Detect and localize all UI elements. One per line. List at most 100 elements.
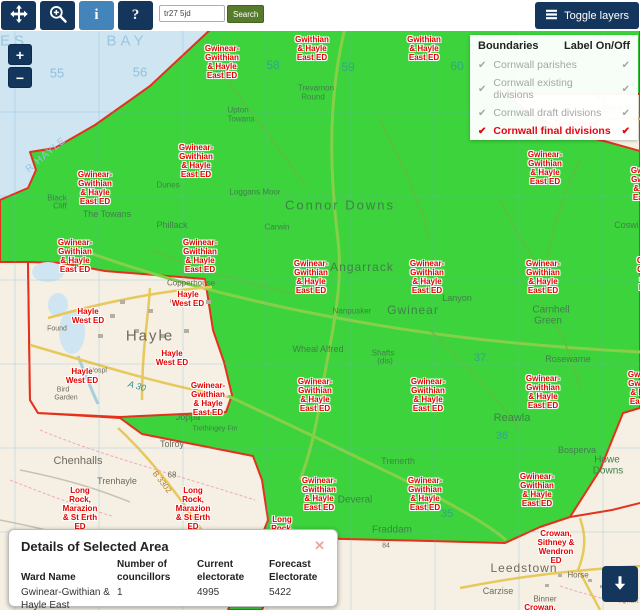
map-place-label: Bird (57, 387, 69, 394)
toggle-layers-button[interactable]: Toggle layers (535, 2, 639, 29)
map-place-label: Upton (227, 106, 248, 115)
ed-label: Gwinear-Gwithian& HayleEast ED (588, 166, 640, 202)
ed-label: Gwinear-Gwithian& HayleEast ED (485, 150, 605, 186)
map-place-label: BAY (107, 33, 148, 50)
label-onoff-header: Label On/Off (564, 40, 630, 52)
map-place-label: Green (534, 316, 562, 327)
ed-label: Gwinear-Gwithian& HayleEast ED (140, 238, 260, 274)
info-tool-button[interactable]: i (79, 1, 114, 30)
layer-row-cornwall-draft-divisions[interactable]: ✔ Cornwall draft divisions ✔ (470, 104, 638, 122)
info-icon: i (94, 8, 98, 23)
pan-tool-button[interactable] (1, 1, 36, 30)
layer-row-cornwall-final-divisions[interactable]: ✔ Cornwall final divisions ✔ (470, 122, 638, 140)
map-place-label: Rosewarne (545, 354, 591, 364)
ed-label: Gwinear-Gwithian& HayleEast ED (255, 377, 375, 413)
magnifier-plus-icon (48, 4, 68, 27)
map-place-label: 68 (168, 471, 177, 480)
label-toggle-check-icon[interactable]: ✔ (622, 126, 630, 137)
map-place-label: Towans (227, 115, 254, 124)
ed-label: Gwithian& HayleEast ED (364, 35, 484, 62)
ed-label: Gwinear-Gwithian& HayleEast ED (367, 259, 487, 295)
map-place-label: Carwin (265, 223, 290, 232)
ed-label: HayleWest ED (28, 307, 148, 325)
map-place-label: Chenhalls (54, 455, 103, 467)
column-header-ward-name: Ward Name (21, 572, 117, 585)
map-place-label: 37 (474, 352, 486, 364)
map-place-label: Downs (593, 466, 624, 477)
layer-row-cornwall-existing-divisions[interactable]: ✔ Cornwall existing divisions ✔ (470, 74, 638, 104)
column-header-councillors: Number of councillors (117, 559, 197, 584)
map-place-label: (dis) (377, 357, 393, 366)
map-place-label: 56 (133, 65, 147, 80)
layer-check-icon[interactable]: ✔ (478, 84, 486, 95)
layer-row-cornwall-parishes[interactable]: ✔ Cornwall parishes ✔ (470, 56, 638, 74)
zoom-in-button[interactable]: + (8, 44, 32, 65)
map-place-label: Wheal Alfred (292, 344, 343, 354)
search-input[interactable] (159, 5, 225, 22)
ed-label: HayleWest ED (128, 290, 248, 308)
layer-label: Cornwall parishes (493, 59, 614, 71)
map-place-label: Carzise (483, 586, 514, 596)
layer-check-icon[interactable]: ✔ (478, 108, 486, 119)
map-place-label: Garden (54, 395, 77, 402)
map-place-label: Howe (594, 455, 620, 466)
layers-panel-header: Boundaries Label On/Off (470, 35, 638, 56)
map-place-label: 84 (382, 543, 390, 550)
map-place-label: Connor Downs (285, 198, 395, 213)
map-place-label: Loggans Moor (229, 188, 280, 197)
councillors-value: 1 (117, 587, 197, 610)
search-button[interactable]: Search (227, 5, 264, 23)
map-place-label: Tolroy (160, 439, 184, 449)
layers-panel: Boundaries Label On/Off ✔ Cornwall paris… (470, 35, 638, 140)
map-place-label: Trenerth (381, 456, 415, 466)
map-place-label: 55 (50, 66, 64, 81)
ed-label: Gwinear-Gwithian& HayleEast ED (594, 256, 640, 292)
label-toggle-check-icon[interactable]: ✔ (622, 84, 630, 95)
details-panel: Details of Selected Area ✕ Ward Name Num… (8, 529, 338, 607)
ed-label: Gwinear-Gwithian& HayleEast ED (585, 370, 640, 406)
details-panel-title: Details of Selected Area (21, 539, 325, 554)
map-app: ESBAYR HAYLE555657585960373536UptonTowan… (0, 0, 640, 610)
layer-label: Cornwall existing divisions (493, 77, 614, 101)
map-place-label: Carnhell (532, 305, 569, 316)
layer-label: Cornwall draft divisions (493, 107, 614, 119)
layer-label: Cornwall final divisions (493, 125, 614, 137)
help-icon: ? (132, 8, 140, 23)
layer-check-icon[interactable]: ✔ (478, 126, 486, 137)
ed-label: Gwinear-Gwithian& HayleEast ED (365, 476, 485, 512)
column-header-current-electorate: Current electorate (197, 559, 269, 584)
map-place-label: The Towans (83, 209, 131, 219)
ed-label: Gwinear-Gwithian& HayleEast ED (477, 472, 597, 508)
ed-label: LongRock,Marazion& St ErthED (20, 486, 140, 531)
map-place-label: 36 (496, 430, 508, 442)
scroll-down-button[interactable] (602, 566, 638, 602)
label-toggle-check-icon[interactable]: ✔ (622, 60, 630, 71)
ed-label: Gwinear-Gwithian& HayleEast ED (148, 381, 268, 417)
ed-label: Gwinear-Gwithian& HayleEast ED (259, 476, 379, 512)
forecast-electorate-value: 5422 (269, 587, 327, 610)
map-place-label: Reawla (494, 412, 531, 424)
layer-check-icon[interactable]: ✔ (478, 60, 486, 71)
column-header-forecast-electorate: Forecast Electorate (269, 559, 327, 584)
map-place-label: Gwinear (387, 303, 439, 317)
close-icon[interactable]: ✕ (314, 538, 325, 554)
ed-label: HayleWest ED (22, 367, 142, 385)
zoom-out-button[interactable]: − (8, 67, 32, 88)
details-table: Ward Name Number of councillors Current … (21, 559, 325, 610)
map-place-label: Found (47, 326, 67, 333)
help-tool-button[interactable]: ? (118, 1, 153, 30)
toggle-layers-label: Toggle layers (564, 10, 629, 22)
map-place-label: Nanpusker (333, 307, 372, 316)
map-place-label: Bosperva (558, 445, 596, 455)
down-arrow-icon (611, 574, 629, 595)
map-place-label: Coswin (614, 220, 640, 230)
ed-label: Gwinear-Gwithian& HayleEast ED (15, 238, 135, 274)
toolbar: i ? Search Toggle layers (0, 0, 640, 31)
zoom-box-tool-button[interactable] (40, 1, 75, 30)
current-electorate-value: 4995 (197, 587, 269, 610)
ed-label: Crowan,Sithney & (480, 603, 600, 610)
map-place-label: 59 (341, 60, 354, 74)
boundaries-header: Boundaries (478, 40, 539, 52)
map-place-label: Trenhayle (97, 476, 137, 486)
label-toggle-check-icon[interactable]: ✔ (622, 108, 630, 119)
